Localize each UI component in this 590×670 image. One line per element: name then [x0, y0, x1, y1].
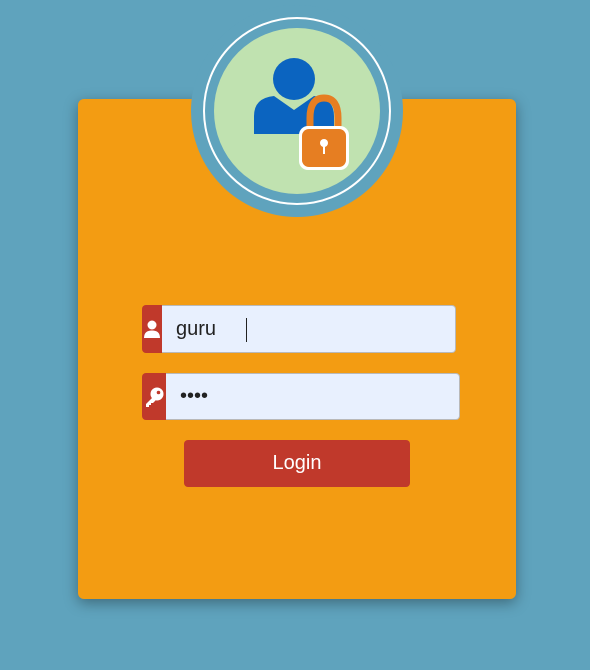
- user-lock-icon: [254, 58, 349, 170]
- avatar: [191, 5, 403, 217]
- text-caret: [246, 318, 247, 342]
- password-addon: [142, 373, 166, 420]
- password-field: [142, 373, 460, 420]
- login-button[interactable]: Login: [184, 440, 410, 487]
- key-icon: [146, 387, 164, 407]
- username-field: [142, 305, 456, 353]
- username-input[interactable]: [162, 305, 456, 353]
- user-icon: [144, 320, 160, 338]
- password-input[interactable]: [166, 373, 460, 420]
- username-addon: [142, 305, 162, 353]
